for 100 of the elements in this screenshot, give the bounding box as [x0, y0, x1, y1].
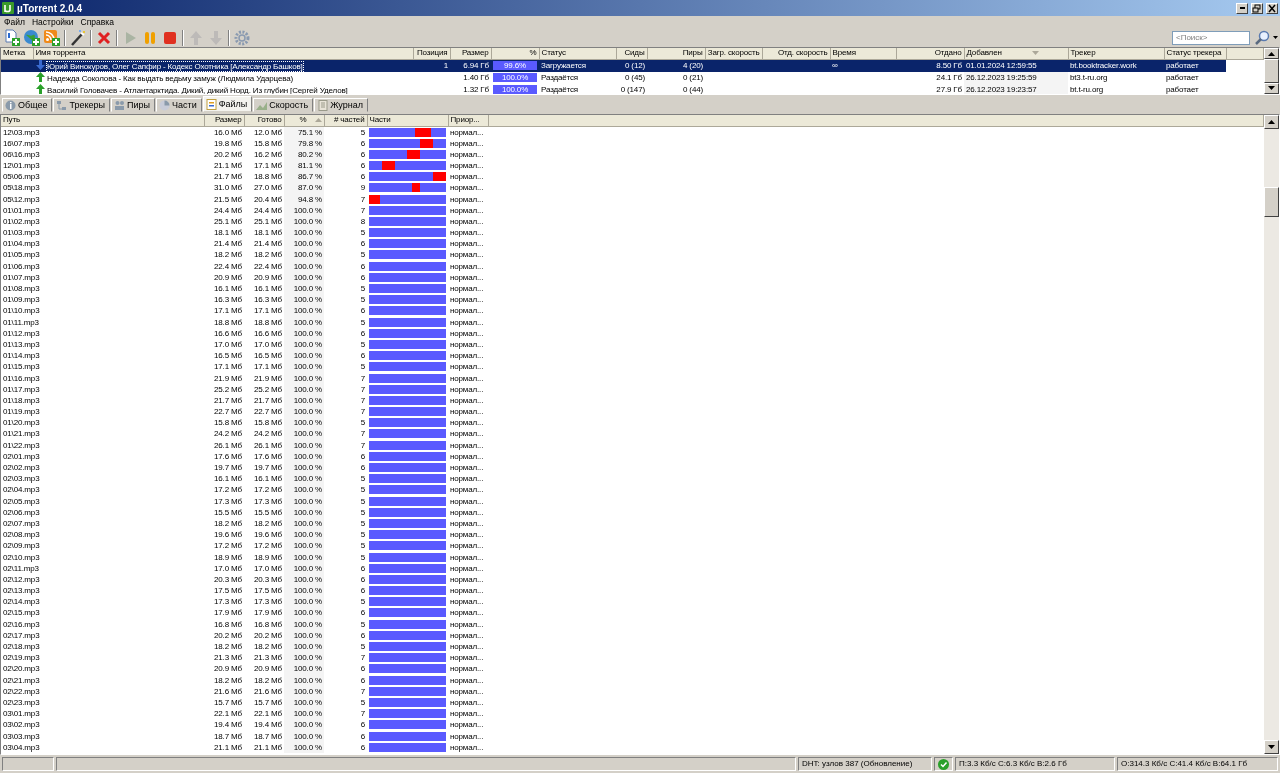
- column-header[interactable]: Путь: [3, 115, 20, 125]
- table-cell: работает: [1166, 85, 1199, 94]
- table-cell: 5: [360, 697, 365, 707]
- table-cell: 17.3 Мб: [214, 597, 242, 607]
- search-field[interactable]: <Поиск>: [1172, 30, 1250, 45]
- table-cell: 100.0 %: [293, 284, 322, 294]
- table-cell: 02\17.mp3: [3, 630, 40, 640]
- table-cell: 17.9 Мб: [214, 608, 242, 618]
- table-cell: 100.0 %: [293, 619, 322, 629]
- arrow-up-icon: [36, 83, 45, 94]
- table-cell: 03\03.mp3: [3, 731, 40, 741]
- table-cell: 15.5 Мб: [254, 507, 282, 517]
- table-cell: 02\14.mp3: [3, 597, 40, 607]
- table-cell: 6: [360, 731, 365, 741]
- table-cell: 100.0 %: [293, 496, 322, 506]
- table-cell: 100.0 %: [293, 474, 322, 484]
- scrollbar[interactable]: [1264, 115, 1279, 754]
- status-panel: [2, 757, 54, 771]
- table-cell: 17.1 Мб: [214, 306, 242, 316]
- table-cell: 15.8 Мб: [254, 418, 282, 428]
- table-cell: 26.12.2023 19:25:59: [966, 73, 1037, 82]
- add-file-icon[interactable]: [3, 28, 21, 47]
- table-cell: нормал...: [450, 619, 484, 629]
- table-cell: 17.3 Мб: [254, 597, 282, 607]
- tab[interactable]: Файлы: [202, 96, 253, 112]
- magic-wand-icon[interactable]: [69, 28, 87, 47]
- table-cell: 16.2 Мб: [254, 149, 282, 159]
- table-cell: нормал...: [450, 496, 484, 506]
- torrent-name[interactable]: Василий Головачев - Атлантарктида. Дикий, дикий Норд. Из глубин [Сергей Уделов]: [47, 85, 348, 94]
- column-header[interactable]: Имя торрента: [35, 48, 86, 58]
- close-button[interactable]: [1266, 2, 1278, 14]
- tab[interactable]: Части: [156, 98, 202, 112]
- table-cell: нормал...: [450, 429, 484, 439]
- table-cell: 100.0 %: [293, 407, 322, 417]
- scrollbar-thumb[interactable]: [1264, 59, 1279, 83]
- table-cell: 6: [360, 328, 365, 338]
- table-cell: 21.9 Мб: [254, 373, 282, 383]
- tab[interactable]: Журнал: [314, 98, 368, 112]
- table-cell: 25.1 Мб: [254, 216, 282, 226]
- table-cell: 01\10.mp3: [3, 306, 40, 316]
- minimize-button[interactable]: [1236, 2, 1248, 14]
- table-cell: 79.8 %: [298, 138, 322, 148]
- column-header[interactable]: %: [299, 115, 307, 125]
- check-icon: [938, 758, 949, 770]
- menu-item[interactable]: Справка: [78, 17, 119, 28]
- table-cell: 8.50 Гб: [936, 61, 962, 70]
- table-cell: 18.8 Мб: [214, 317, 242, 327]
- table-cell: нормал...: [450, 463, 484, 473]
- tab[interactable]: Скорость: [253, 98, 314, 112]
- table-cell: нормал...: [450, 362, 484, 372]
- search-icon[interactable]: [1254, 29, 1270, 46]
- table-cell: 21.5 Мб: [214, 194, 242, 204]
- table-cell: 26.1 Мб: [254, 440, 282, 450]
- table-cell: нормал...: [450, 328, 484, 338]
- table-cell: 17.1 Мб: [254, 306, 282, 316]
- table-cell: 5: [360, 485, 365, 495]
- table-cell: нормал...: [450, 261, 484, 271]
- table-cell: 100.0 %: [293, 608, 322, 618]
- rss-add-icon[interactable]: [43, 28, 61, 47]
- restore-button[interactable]: [1251, 2, 1263, 14]
- table-cell: 5: [360, 597, 365, 607]
- table-cell: 20.2 Мб: [214, 149, 242, 159]
- table-cell: 6: [360, 574, 365, 584]
- torrent-name[interactable]: Надежда Соколова - Как выдать ведьму замуж (Людмила Ударцева): [47, 73, 294, 83]
- table-cell: 12\01.mp3: [3, 160, 40, 170]
- scroll-up-icon[interactable]: [1268, 120, 1275, 124]
- table-cell: 100.0 %: [293, 697, 322, 707]
- scrollbar-thumb[interactable]: [1264, 187, 1279, 217]
- arrow-up-icon: [36, 71, 45, 82]
- table-cell: нормал...: [450, 507, 484, 517]
- table-cell: 19.4 Мб: [214, 720, 242, 730]
- tab[interactable]: Трекеры: [53, 98, 110, 112]
- scroll-up-icon[interactable]: [1268, 51, 1275, 56]
- table-cell: 05\18.mp3: [3, 183, 40, 193]
- table-cell: 100.0 %: [293, 384, 322, 394]
- menu-item[interactable]: Файл: [2, 17, 30, 28]
- tab[interactable]: Пиры: [111, 98, 155, 112]
- column-header[interactable]: Загр. скорость: [707, 48, 760, 58]
- column-header[interactable]: %: [529, 48, 537, 58]
- add-globe-icon[interactable]: [23, 28, 41, 47]
- table-cell: 80.2 %: [298, 149, 322, 159]
- caret-icon[interactable]: [1273, 36, 1278, 39]
- table-cell: 7: [360, 440, 365, 450]
- table-cell: 5: [360, 362, 365, 372]
- arrow-down-icon: [36, 59, 45, 70]
- file-icon: [205, 98, 217, 110]
- table-cell: bt.booktracker.work: [1070, 61, 1137, 70]
- table-cell: нормал...: [450, 518, 484, 528]
- scroll-down-icon[interactable]: [1268, 86, 1275, 91]
- scroll-down-icon[interactable]: [1268, 745, 1275, 749]
- table-cell: 31.0 Мб: [214, 183, 242, 193]
- scrollbar[interactable]: [1264, 48, 1279, 94]
- menu-item[interactable]: Настройки: [29, 17, 79, 28]
- table-cell: 100.0 %: [293, 552, 322, 562]
- table-cell: 100.0 %: [293, 563, 322, 573]
- table-cell: 22.4 Мб: [254, 261, 282, 271]
- table-cell: 4 (20): [683, 61, 703, 70]
- table-cell: 15.8 Мб: [254, 138, 282, 148]
- tab[interactable]: Общее: [2, 98, 53, 112]
- table-cell: 0 (45): [625, 73, 645, 82]
